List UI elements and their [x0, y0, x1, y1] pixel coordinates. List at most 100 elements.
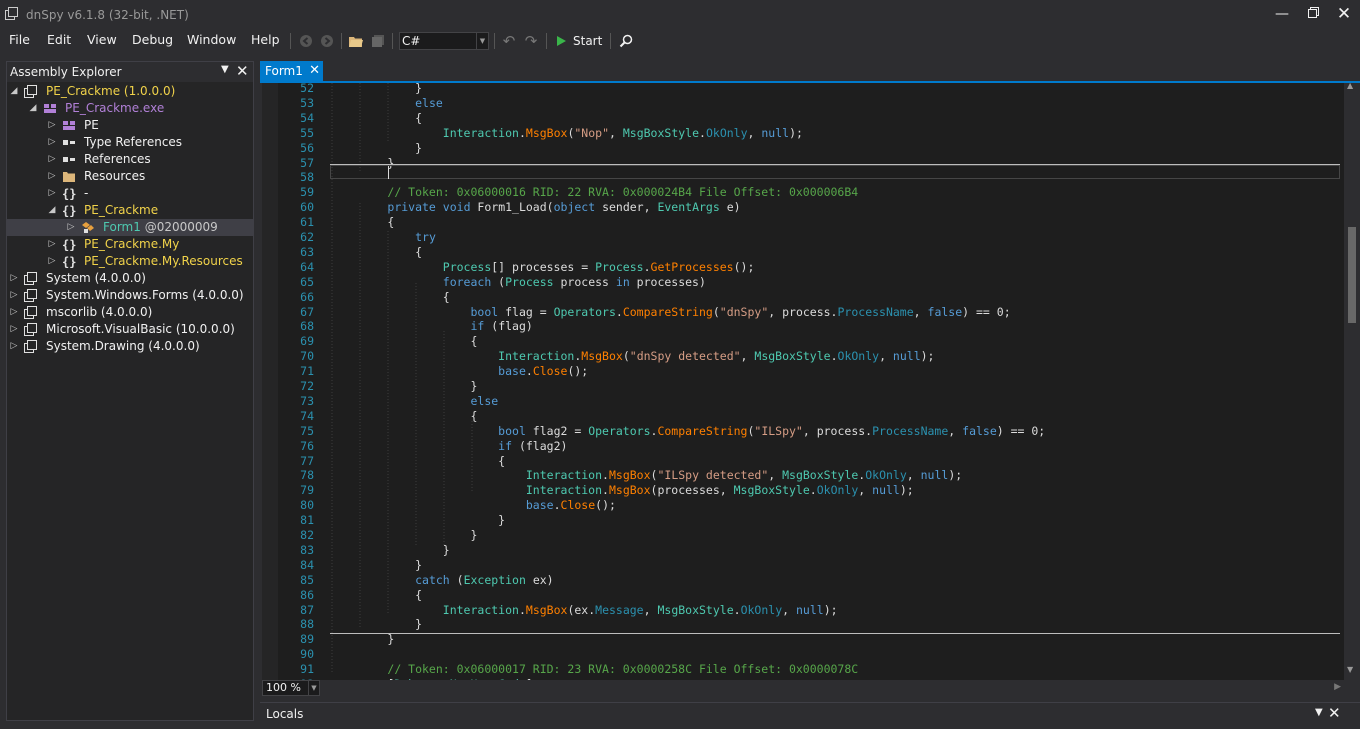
collapsed-arrow-icon[interactable]: ▷ [9, 338, 19, 355]
minimize-icon[interactable]: — [1267, 4, 1297, 24]
code-line[interactable]: 61 { [278, 215, 1344, 230]
language-dropdown[interactable]: C# ▼ [399, 32, 489, 50]
code-line[interactable]: 85 catch (Exception ex) [278, 573, 1344, 588]
tree-item[interactable]: ▷ Resources [7, 168, 253, 185]
code-line[interactable]: 88 } [278, 617, 1344, 632]
collapsed-arrow-icon[interactable]: ▷ [47, 168, 57, 185]
open-folder-icon[interactable] [347, 32, 365, 50]
code-line[interactable]: 87 Interaction.MsgBox(ex.Message, MsgBox… [278, 603, 1344, 618]
close-locals-icon[interactable]: ✕ [1328, 704, 1341, 722]
tree-item[interactable]: ▷ PE [7, 117, 253, 134]
code-line[interactable]: 71 base.Close(); [278, 364, 1344, 379]
tree-item[interactable]: ▷ System.Drawing (4.0.0.0) [7, 338, 253, 355]
save-all-icon[interactable] [369, 32, 387, 50]
tree-item[interactable]: ◢ PE_Crackme (1.0.0.0) [7, 83, 253, 100]
menu-file[interactable]: File [9, 32, 30, 47]
code-line[interactable]: 84 } [278, 558, 1344, 573]
collapsed-arrow-icon[interactable]: ▷ [47, 117, 57, 134]
collapsed-arrow-icon[interactable]: ▷ [47, 253, 57, 270]
collapsed-arrow-icon[interactable]: ▷ [47, 236, 57, 253]
tree-item[interactable]: ▷ References [7, 151, 253, 168]
collapsed-arrow-icon[interactable]: ▷ [9, 270, 19, 287]
editor-vertical-scrollbar[interactable]: ▲ ▼ [1344, 81, 1360, 680]
close-window-icon[interactable]: ✕ [1329, 4, 1359, 24]
panel-menu-chevron-icon[interactable]: ▼ [1315, 707, 1323, 718]
tree-item[interactable]: ▷ System (4.0.0.0) [7, 270, 253, 287]
tab-form1[interactable]: Form1 ✕ [260, 61, 323, 81]
code-line[interactable]: 59 // Token: 0x06000016 RID: 22 RVA: 0x0… [278, 185, 1344, 200]
code-line[interactable]: 77 { [278, 454, 1344, 469]
collapsed-arrow-icon[interactable]: ▷ [9, 304, 19, 321]
menu-edit[interactable]: Edit [47, 32, 71, 47]
code-line[interactable]: 60 private void Form1_Load(object sender… [278, 200, 1344, 215]
code-editor[interactable]: 52 } 53 else 54 {55 Interaction.MsgBox("No… [262, 83, 1344, 680]
redo-icon[interactable]: ↷ [522, 32, 540, 50]
expanded-arrow-icon[interactable]: ◢ [9, 83, 19, 100]
tree-item[interactable]: ▷ System.Windows.Forms (4.0.0.0) [7, 287, 253, 304]
expanded-arrow-icon[interactable]: ◢ [28, 100, 38, 117]
code-line[interactable]: 76 if (flag2) [278, 439, 1344, 454]
code-line[interactable]: 67 bool flag = Operators.CompareString("… [278, 305, 1344, 320]
collapsed-arrow-icon[interactable]: ▷ [9, 321, 19, 338]
zoom-dropdown[interactable]: 100 % ▼ [262, 680, 320, 696]
code-line[interactable]: 81 } [278, 513, 1344, 528]
code-line[interactable]: 66 { [278, 290, 1344, 305]
code-line[interactable]: 54 { [278, 111, 1344, 126]
code-line[interactable]: 86 { [278, 588, 1344, 603]
code-line[interactable]: 80 base.Close(); [278, 498, 1344, 513]
code-line[interactable]: 90 [278, 647, 1344, 662]
tree-item[interactable]: ▷ {} PE_Crackme.My [7, 236, 253, 253]
code-line[interactable]: 74 { [278, 409, 1344, 424]
collapsed-arrow-icon[interactable]: ▷ [66, 219, 76, 236]
editor-horizontal-scrollbar[interactable]: ▶ [262, 680, 1344, 696]
undo-icon[interactable]: ↶ [500, 32, 518, 50]
expanded-arrow-icon[interactable]: ◢ [47, 202, 57, 219]
collapsed-arrow-icon[interactable]: ▷ [47, 185, 57, 202]
code-line[interactable]: 63 { [278, 245, 1344, 260]
code-line[interactable]: 82 } [278, 528, 1344, 543]
scrollbar-thumb[interactable] [1348, 227, 1356, 323]
code-line[interactable]: 83 } [278, 543, 1344, 558]
menu-window[interactable]: Window [187, 32, 236, 47]
code-line[interactable]: 91 // Token: 0x06000017 RID: 23 RVA: 0x0… [278, 662, 1344, 677]
panel-menu-chevron-icon[interactable]: ▼ [221, 64, 229, 75]
code-line[interactable]: 70 Interaction.MsgBox("dnSpy detected", … [278, 349, 1344, 364]
code-line[interactable]: 52 } [278, 83, 1344, 96]
scroll-down-icon[interactable]: ▼ [1347, 665, 1353, 674]
code-line[interactable]: 72 } [278, 379, 1344, 394]
start-debug-button[interactable]: Start [555, 32, 602, 50]
restore-icon[interactable] [1298, 4, 1328, 24]
forward-icon[interactable] [318, 32, 336, 50]
code-line[interactable]: 64 Process[] processes = Process.GetProc… [278, 260, 1344, 275]
code-line[interactable]: 65 foreach (Process process in processes… [278, 275, 1344, 290]
code-line[interactable]: 62 try [278, 230, 1344, 245]
code-line[interactable]: 53 else [278, 96, 1344, 111]
menu-debug[interactable]: Debug [132, 32, 173, 47]
tree-item[interactable]: ▷ Microsoft.VisualBasic (10.0.0.0) [7, 321, 253, 338]
code-line[interactable]: 73 else [278, 394, 1344, 409]
code-line[interactable]: 78 Interaction.MsgBox("ILSpy detected", … [278, 468, 1344, 483]
close-tab-icon[interactable]: ✕ [309, 61, 320, 81]
menu-help[interactable]: Help [251, 32, 280, 47]
code-line[interactable]: 68 if (flag) [278, 319, 1344, 334]
code-line[interactable]: 69 { [278, 334, 1344, 349]
scroll-up-icon[interactable]: ▲ [1347, 81, 1353, 90]
tree-item[interactable]: ▷ {} - [7, 185, 253, 202]
tree-item[interactable]: ◢ PE_Crackme.exe [7, 100, 253, 117]
tree-item[interactable]: ◢ {} PE_Crackme [7, 202, 253, 219]
close-panel-icon[interactable]: ✕ [236, 62, 249, 80]
code-line[interactable]: 89 } [278, 632, 1344, 647]
tree-item[interactable]: ▷ Form1 @02000009 [7, 219, 253, 236]
tree-item[interactable]: ▷ {} PE_Crackme.My.Resources [7, 253, 253, 270]
collapsed-arrow-icon[interactable]: ▷ [47, 134, 57, 151]
code-line[interactable]: 56 } [278, 141, 1344, 156]
tree-item[interactable]: ▷ mscorlib (4.0.0.0) [7, 304, 253, 321]
code-line[interactable]: 75 bool flag2 = Operators.CompareString(… [278, 424, 1344, 439]
code-line[interactable]: 79 Interaction.MsgBox(processes, MsgBoxS… [278, 483, 1344, 498]
scroll-right-icon[interactable]: ▶ [1334, 682, 1341, 692]
menu-view[interactable]: View [87, 32, 117, 47]
search-icon[interactable] [617, 32, 635, 50]
collapsed-arrow-icon[interactable]: ▷ [47, 151, 57, 168]
tree-item[interactable]: ▷ Type References [7, 134, 253, 151]
back-icon[interactable] [297, 32, 315, 50]
